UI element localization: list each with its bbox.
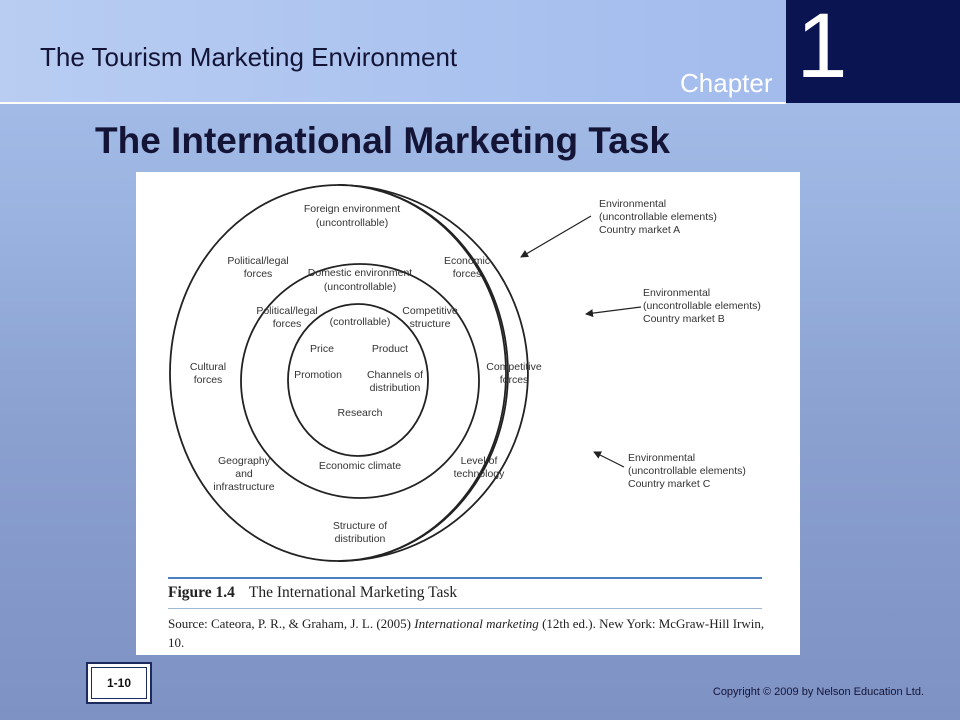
foreign-technology-label: Level of: [461, 455, 498, 467]
caption-top-rule: [168, 577, 762, 579]
domestic-political-label-2: forces: [273, 318, 302, 330]
controllable-channels-label-2: distribution: [370, 382, 421, 394]
foreign-structure-label-2: distribution: [335, 533, 386, 545]
controllable-promotion-label: Promotion: [294, 369, 342, 381]
foreign-technology-label-2: technology: [454, 468, 506, 480]
foreign-cultural-label: Cultural: [190, 361, 226, 373]
figure-caption-title: The International Marketing Task: [248, 584, 458, 601]
foreign-geography-label: Geography: [218, 455, 271, 467]
course-title: The Tourism Marketing Environment: [40, 42, 458, 72]
foreign-cultural-label-2: forces: [194, 374, 223, 386]
domestic-political-label: Political/legal: [256, 305, 317, 317]
market-a-line-2: (uncontrollable elements): [599, 211, 717, 223]
market-c-line-1: Environmental: [628, 452, 695, 464]
domestic-competitive-label: Competitive: [402, 305, 458, 317]
source-prefix: Source: Cateora, P. R., & Graham, J. L. …: [168, 616, 415, 631]
arrow-market-c: [593, 451, 625, 468]
market-b-line-1: Environmental: [643, 287, 710, 299]
figure-number: Figure 1.4: [168, 584, 235, 601]
figure-caption: Figure 1.4 The International Marketing Ta…: [168, 584, 457, 602]
controllable-title: (controllable): [330, 316, 391, 328]
market-a-line-3: Country market A: [599, 224, 680, 236]
slide-number-box: 1-10: [86, 662, 152, 704]
header-rule: [0, 102, 786, 104]
controllable-product-label: Product: [372, 343, 408, 355]
foreign-structure-label: Structure of: [333, 520, 387, 532]
foreign-geography-label-3: infrastructure: [213, 481, 274, 493]
domestic-competitive-label-2: structure: [410, 318, 451, 330]
market-a-line-1: Environmental: [599, 198, 666, 210]
slide-title: The International Marketing Task: [95, 120, 670, 161]
chapter-box: 1: [786, 0, 960, 103]
source-title: International marketing: [414, 616, 539, 631]
controllable-price-label: Price: [310, 343, 334, 355]
chapter-label: Chapter: [680, 68, 773, 98]
figure-source: Source: Cateora, P. R., & Graham, J. L. …: [168, 614, 768, 652]
controllable-research-label: Research: [338, 407, 383, 419]
foreign-economic-label: Economic: [444, 255, 490, 267]
arrow-market-b: [585, 306, 642, 318]
foreign-competitive-label: Competitive: [486, 361, 542, 373]
foreign-economic-label-2: forces: [453, 268, 482, 280]
market-b-line-3: Country market B: [643, 313, 725, 325]
foreign-political-label-2: forces: [244, 268, 273, 280]
market-b-line-2: (uncontrollable elements): [643, 300, 761, 312]
market-c-line-3: Country market C: [628, 478, 711, 490]
market-c-line-2: (uncontrollable elements): [628, 465, 746, 477]
domestic-economic-climate-label: Economic climate: [319, 460, 401, 472]
marketing-task-diagram: Foreign environment (uncontrollable) Pol…: [169, 184, 761, 562]
domestic-env-subtitle: (uncontrollable): [324, 281, 396, 293]
foreign-env-subtitle: (uncontrollable): [316, 217, 388, 229]
domestic-env-title: Domestic environment: [308, 267, 413, 279]
foreign-geography-label-2: and: [235, 468, 253, 480]
controllable-channels-label: Channels of: [367, 369, 423, 381]
chapter-number: 1: [796, 0, 848, 97]
figure-panel: Foreign environment (uncontrollable) Pol…: [136, 172, 800, 655]
caption-bottom-rule: [168, 608, 762, 609]
foreign-competitive-label-2: forces: [500, 374, 529, 386]
copyright-notice: Copyright © 2009 by Nelson Education Ltd…: [712, 686, 924, 698]
arrow-market-a: [520, 215, 592, 258]
foreign-political-label: Political/legal: [227, 255, 288, 267]
foreign-env-title: Foreign environment: [304, 203, 400, 215]
slide-number: 1-10: [91, 667, 147, 699]
